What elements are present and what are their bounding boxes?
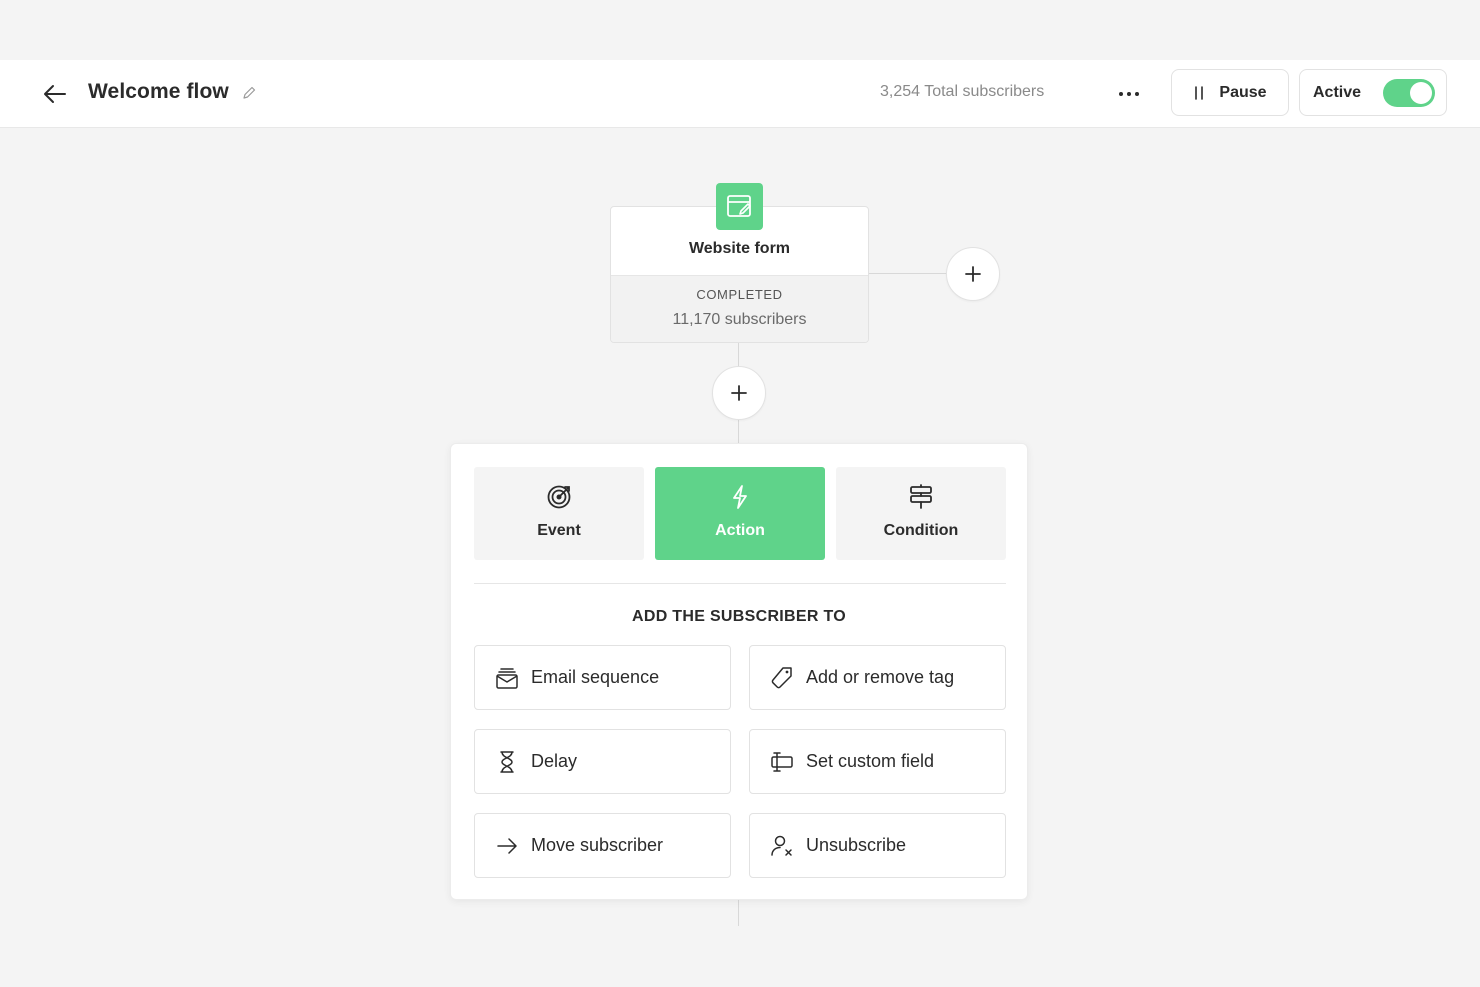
signpost-icon [908,484,934,510]
pause-label: Pause [1219,83,1267,101]
connector-line [738,420,739,444]
email-stack-icon [495,666,519,690]
option-label: Delay [531,751,578,771]
active-control: Active [1299,69,1447,116]
tab-action[interactable]: Action [655,467,825,560]
step-picker-panel: Event Action Condition ADD THE SUBSCRIBE… [450,443,1028,900]
arrow-left-icon [43,84,67,104]
active-label: Active [1313,83,1362,101]
ellipsis-icon [1118,91,1140,97]
tab-condition[interactable]: Condition [836,467,1006,560]
option-label: Set custom field [806,751,935,771]
option-label: Move subscriber [531,835,664,855]
active-toggle[interactable] [1383,79,1435,107]
pencil-icon [242,86,256,100]
user-remove-icon [770,834,794,858]
option-add-remove-tag[interactable]: Add or remove tag [749,645,1006,710]
option-label: Unsubscribe [806,835,907,855]
trigger-status: COMPLETED [696,287,783,302]
section-title: ADD THE SUBSCRIBER TO [631,608,847,625]
add-branch-button[interactable] [946,247,1000,301]
tab-event[interactable]: Event [474,467,644,560]
tab-label: Action [715,522,765,539]
plus-icon [964,265,982,283]
trigger-stats: COMPLETED 11,170 subscribers [611,275,868,342]
tab-label: Event [537,522,581,539]
hourglass-icon [495,750,519,774]
trigger-name: Website form [688,240,791,257]
option-label: Email sequence [531,667,660,687]
connector-line [738,900,739,926]
option-move-subscriber[interactable]: Move subscriber [474,813,731,878]
pause-button[interactable]: Pause [1171,69,1289,116]
plus-icon [730,384,748,402]
arrow-right-icon [495,834,519,858]
divider [474,583,1006,584]
flow-title: Welcome flow [88,80,229,103]
tag-icon [770,666,794,690]
flow-header: Welcome flow 3,254 Total subscribers Pau… [0,60,1480,128]
option-unsubscribe[interactable]: Unsubscribe [749,813,1006,878]
custom-field-icon [770,750,794,774]
add-step-button[interactable] [712,366,766,420]
trigger-icon-badge [716,183,763,230]
connector-line [869,273,947,274]
more-options-button[interactable] [1112,78,1146,110]
option-set-custom-field[interactable]: Set custom field [749,729,1006,794]
trigger-subscribers: 11,170 subscribers [672,311,807,328]
toggle-knob [1410,82,1432,104]
pause-icon [1193,85,1205,100]
option-delay[interactable]: Delay [474,729,731,794]
connector-line [738,343,739,367]
tab-label: Condition [883,522,959,539]
target-icon [546,484,572,510]
option-label: Add or remove tag [806,667,955,687]
total-subscribers-count: 3,254 Total subscribers [880,83,1045,100]
form-edit-icon [726,194,754,220]
edit-title-button[interactable] [240,84,258,102]
back-button[interactable] [38,78,72,110]
option-email-sequence[interactable]: Email sequence [474,645,731,710]
lightning-icon [730,484,750,510]
